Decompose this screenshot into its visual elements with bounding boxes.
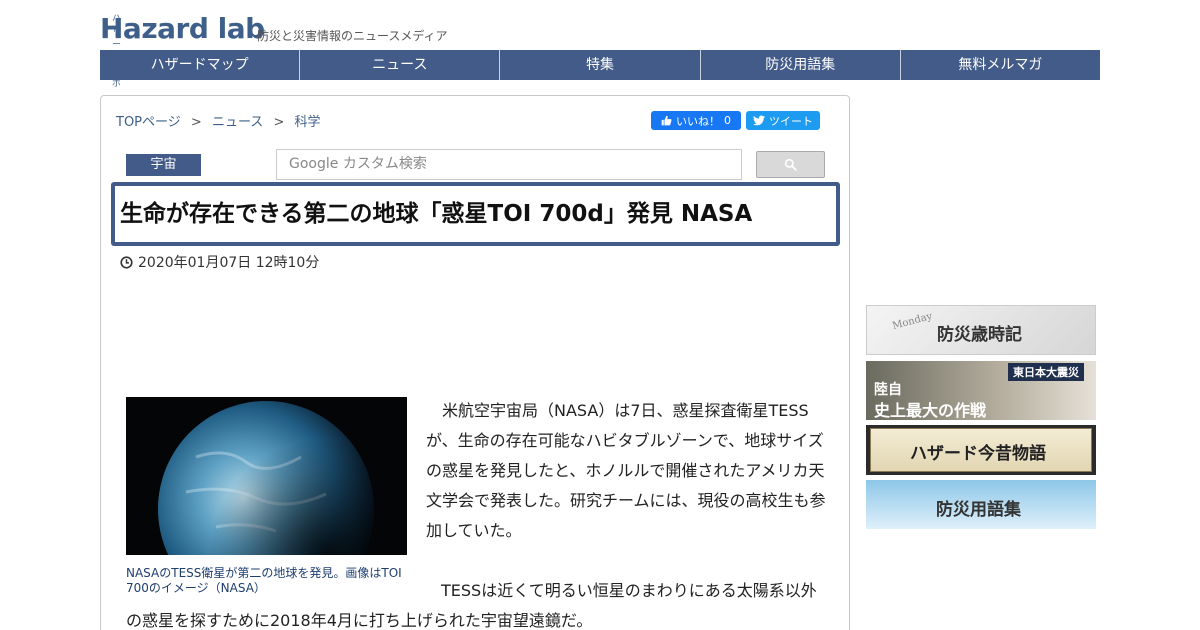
search-button[interactable] <box>756 151 825 178</box>
breadcrumb-science[interactable]: 科学 <box>295 115 321 130</box>
banner-bg-word: Monday <box>891 310 934 333</box>
article-paragraph-2: TESSは近くて明るい恒星のまわりにある太陽系以外の惑星を探すために2018年4… <box>126 581 817 630</box>
category-badge[interactable]: 宇宙 <box>126 154 201 176</box>
like-count: 0 <box>724 114 731 127</box>
site-tagline: 防災と災害情報のニュースメディア <box>257 29 448 43</box>
article-date-text: 2020年01月07日 12時10分 <box>138 255 320 271</box>
thumbs-up-icon <box>661 115 672 126</box>
nav-item-news[interactable]: ニュース <box>300 50 501 80</box>
banner-disaster-calendar[interactable]: Monday 防災歳時記 <box>866 305 1096 355</box>
breadcrumb-top[interactable]: TOPページ <box>116 115 181 130</box>
article-title-box: 生命が存在できる第二の地球「惑星TOI 700d」発見 NASA <box>111 182 840 246</box>
breadcrumb-separator: > <box>190 115 202 130</box>
banner-label: 防災歳時記 <box>937 325 1022 345</box>
tweet-button[interactable]: ツイート <box>746 111 820 130</box>
article-title: 生命が存在できる第二の地球「惑星TOI 700d」発見 NASA <box>120 201 753 227</box>
nav-item-hazard-map[interactable]: ハザードマップ <box>100 50 301 80</box>
article-date: 2020年01月07日 12時10分 <box>120 252 319 272</box>
search-input[interactable]: Google カスタム検索 <box>276 149 742 180</box>
banner-label: ハザード今昔物語 <box>910 444 1046 464</box>
tweet-label: ツイート <box>769 114 813 128</box>
article-image-planet[interactable] <box>126 397 407 555</box>
banner-glossary[interactable]: 防災用語集 <box>866 480 1096 529</box>
breadcrumb-news[interactable]: ニュース <box>212 115 263 130</box>
banner-label-line1: 陸自 <box>874 382 902 398</box>
banner-sdf-operation[interactable]: 東日本大震災 陸自 史上最大の作戦 <box>866 361 1096 420</box>
search-icon <box>784 158 797 171</box>
article-paragraph-1: 米航空宇宙局（NASA）は7日、惑星探査衛星TESSが、生命の存在可能なハビタブ… <box>426 401 826 540</box>
like-label: いいね！ <box>676 114 720 128</box>
banner-label: 防災用語集 <box>936 500 1021 520</box>
nav-item-newsletter[interactable]: 無料メルマガ <box>901 50 1100 80</box>
banner-hazard-stories[interactable]: ハザード今昔物語 <box>866 425 1096 475</box>
social-buttons: いいね！ 0 ツイート <box>651 111 820 130</box>
main-nav: ハザードマップ ニュース 特集 防災用語集 無料メルマガ <box>100 50 1100 80</box>
nav-item-glossary[interactable]: 防災用語集 <box>701 50 901 80</box>
banner-label-line2: 史上最大の作戦 <box>874 401 987 420</box>
facebook-like-button[interactable]: いいね！ 0 <box>651 111 741 130</box>
twitter-bird-icon <box>753 115 765 126</box>
article-card: TOPページ > ニュース > 科学 いいね！ 0 ツイート 宇宙 Google… <box>100 95 850 630</box>
breadcrumb: TOPページ > ニュース > 科学 <box>116 111 321 130</box>
breadcrumb-separator: > <box>273 115 285 130</box>
logo-text: Hazard lab <box>100 12 265 45</box>
clock-icon <box>120 255 133 269</box>
banner-badge: 東日本大震災 <box>1008 363 1084 381</box>
nav-item-features[interactable]: 特集 <box>500 50 701 80</box>
